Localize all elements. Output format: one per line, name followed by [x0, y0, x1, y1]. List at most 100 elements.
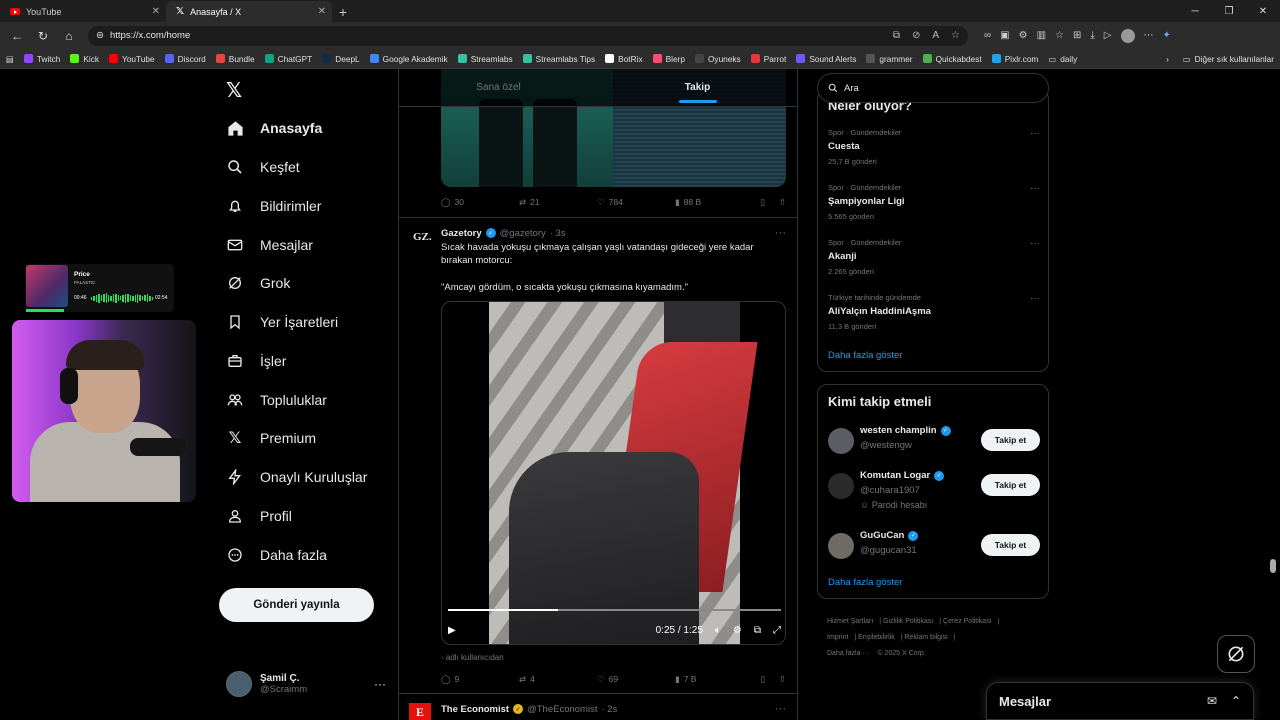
tracking-icon[interactable]: ⊘ [912, 30, 920, 41]
bookmark-icon[interactable]: ▯ [760, 674, 765, 685]
chevron-right-icon[interactable]: › [1166, 54, 1169, 64]
reply-button[interactable]: ◯ 30 [441, 197, 519, 208]
profile-avatar-icon[interactable] [1120, 28, 1135, 43]
bookmark-item[interactable]: DeepL [322, 54, 360, 64]
nav-bookmarks[interactable]: Yer İşaretleri [226, 307, 338, 337]
expand-chevrons-icon[interactable]: ⌃ [1231, 694, 1241, 708]
pip-icon[interactable]: ⧉ [754, 625, 761, 636]
footer-link[interactable]: Reklam bilgisi [905, 634, 948, 641]
search-box[interactable] [817, 73, 1049, 103]
post-author[interactable]: Gazetory [441, 228, 482, 239]
settings-gear-icon[interactable]: ⚙ [733, 625, 742, 636]
nav-grok[interactable]: Grok [226, 268, 290, 298]
nav-home[interactable]: Anasayfa [226, 113, 322, 143]
messages-drawer[interactable]: Mesajlar ✉ ⌃ [986, 682, 1254, 720]
home-page-icon[interactable]: ⌂ [58, 25, 80, 47]
trend-item[interactable]: Spor · Gündemdekiler Akanji 2.265 gönder… [828, 238, 1040, 276]
nav-profile[interactable]: Profil [226, 501, 292, 531]
footer-link[interactable]: Daha fazla ··· [827, 650, 869, 657]
follow-suggestion[interactable]: westen champlin ✓ @westengw Takip et [828, 425, 1040, 465]
trend-item[interactable]: Spor · Gündemdekiler Cuesta 25,7 B gönde… [828, 128, 1040, 166]
footer-link[interactable]: Imprint [827, 634, 848, 641]
other-bookmarks-folder[interactable]: ▭ Diğer sık kullanılanlar [1183, 54, 1274, 64]
collections-icon[interactable]: ⊞ [1073, 30, 1081, 41]
translate-icon[interactable]: ⧉ [893, 30, 900, 41]
like-button[interactable]: ♡ 69 [597, 674, 675, 685]
follow-button[interactable]: Takip et [981, 474, 1040, 496]
video-attribution[interactable]: · adlı kullanıcıdan [441, 653, 504, 662]
minimize-icon[interactable]: ─ [1178, 1, 1212, 22]
more-dots-icon[interactable]: ··· [775, 703, 786, 715]
views-button[interactable]: ▮ 7 B [675, 674, 753, 685]
footer-link[interactable]: Hizmet Şartları [827, 618, 873, 625]
bookmark-item[interactable]: Pixlr.com [991, 54, 1038, 64]
bookmark-item[interactable]: Discord [164, 54, 206, 64]
post-video[interactable]: ▶ 0:25 / 1:25 🔈︎ ⚙ ⧉ ⤢ [441, 301, 786, 645]
more-dots-icon[interactable]: ··· [1030, 293, 1040, 304]
nav-messages[interactable]: Mesajlar [226, 230, 313, 260]
nav-verified-orgs[interactable]: Onaylı Kuruluşlar [226, 462, 367, 492]
bookmark-item[interactable]: Streamlabs Tips [522, 54, 595, 64]
reply-button[interactable]: ◯ 9 [441, 674, 519, 685]
bookmark-folder-icon[interactable]: ▤ [6, 54, 14, 64]
close-tab-icon[interactable]: ✕ [152, 6, 160, 17]
more-dots-icon[interactable]: ··· [1030, 238, 1040, 249]
split-screen-icon[interactable]: ▥ [1037, 30, 1046, 41]
more-dots-icon[interactable]: ··· [1030, 128, 1040, 139]
fullscreen-icon[interactable]: ⤢ [773, 625, 781, 636]
bookmark-item[interactable]: Blerp [652, 54, 685, 64]
video-progress-bar[interactable] [448, 609, 781, 611]
maximize-icon[interactable]: ❐ [1212, 1, 1246, 22]
like-button[interactable]: ♡ 784 [597, 197, 675, 208]
bookmark-item[interactable]: ChatGPT [264, 54, 312, 64]
bookmark-item[interactable]: Streamlabs [457, 54, 513, 64]
tab-x-home[interactable]: 𝕏 Anasayfa / X ✕ [166, 1, 332, 22]
footer-link[interactable]: Gizlilik Politikası [883, 618, 933, 625]
more-dots-icon[interactable]: ··· [775, 227, 786, 239]
downloads-icon[interactable]: ⤓ [1090, 30, 1094, 41]
bookmark-item[interactable]: ▭ daily [1048, 54, 1077, 64]
read-aloud-icon[interactable]: A [932, 30, 939, 41]
site-info-icon[interactable]: ⊜ [96, 30, 104, 41]
bookmark-item[interactable]: YouTube [109, 54, 155, 64]
nav-jobs[interactable]: İşler [226, 346, 286, 376]
reload-icon[interactable]: ↻ [32, 25, 54, 47]
post-handle[interactable]: @gazetory [500, 228, 546, 239]
nav-more[interactable]: Daha fazla [226, 540, 327, 570]
volume-icon[interactable]: 🔈︎ [715, 625, 721, 636]
bookmark-item[interactable]: grammer [866, 54, 913, 64]
post-time[interactable]: · 2s [601, 704, 617, 715]
post-avatar[interactable]: E [409, 703, 431, 720]
play-icon[interactable]: ▶ [448, 625, 456, 636]
bookmark-item[interactable]: Quickabdest [922, 54, 982, 64]
close-tab-icon[interactable]: ✕ [318, 6, 326, 17]
bookmark-item[interactable]: BotRix [605, 54, 643, 64]
back-icon[interactable]: ← [6, 25, 28, 47]
views-button[interactable]: ▮ 88 B [675, 197, 753, 208]
footer-link[interactable]: Erişilebilirlik [858, 634, 895, 641]
tab-youtube[interactable]: YouTube ✕ [0, 1, 166, 22]
nav-notifications[interactable]: Bildirimler [226, 191, 321, 221]
bookmark-item[interactable]: Sound Alerts [796, 54, 856, 64]
post-time[interactable]: · 3s [550, 228, 566, 239]
more-dots-icon[interactable]: ··· [1030, 183, 1040, 194]
favorites-icon[interactable]: ☆ [1055, 30, 1064, 41]
follow-button[interactable]: Takip et [981, 429, 1040, 451]
bookmark-item[interactable]: Parrot [750, 54, 786, 64]
extension-icon[interactable]: ▣ [1000, 30, 1009, 41]
grok-floating-button[interactable] [1217, 635, 1255, 673]
address-bar[interactable]: ⊜ https://x.com/home ⧉ ⊘ A ☆ [88, 25, 968, 46]
bookmark-item[interactable]: Kick [70, 54, 99, 64]
extension-icon[interactable]: ⚙ [1019, 30, 1028, 41]
more-dots-icon[interactable]: ··· [374, 677, 386, 691]
nav-explore[interactable]: Keşfet [226, 152, 300, 182]
bookmark-item[interactable]: Google Akademik [369, 54, 448, 64]
search-input[interactable] [844, 82, 1024, 94]
x-logo-icon[interactable]: 𝕏 [226, 78, 242, 103]
tab-for-you[interactable]: Sana özel [399, 69, 598, 106]
bookmark-item[interactable]: Bundle [215, 54, 255, 64]
nav-communities[interactable]: Topluluklar [226, 385, 327, 415]
follow-suggestion[interactable]: GuGuCan ✓ @gugucan31 Takip et [828, 530, 1040, 570]
account-switcher[interactable]: Şamil Ç. @Scraimm ··· [226, 671, 386, 697]
tab-following[interactable]: Takip [598, 69, 797, 106]
